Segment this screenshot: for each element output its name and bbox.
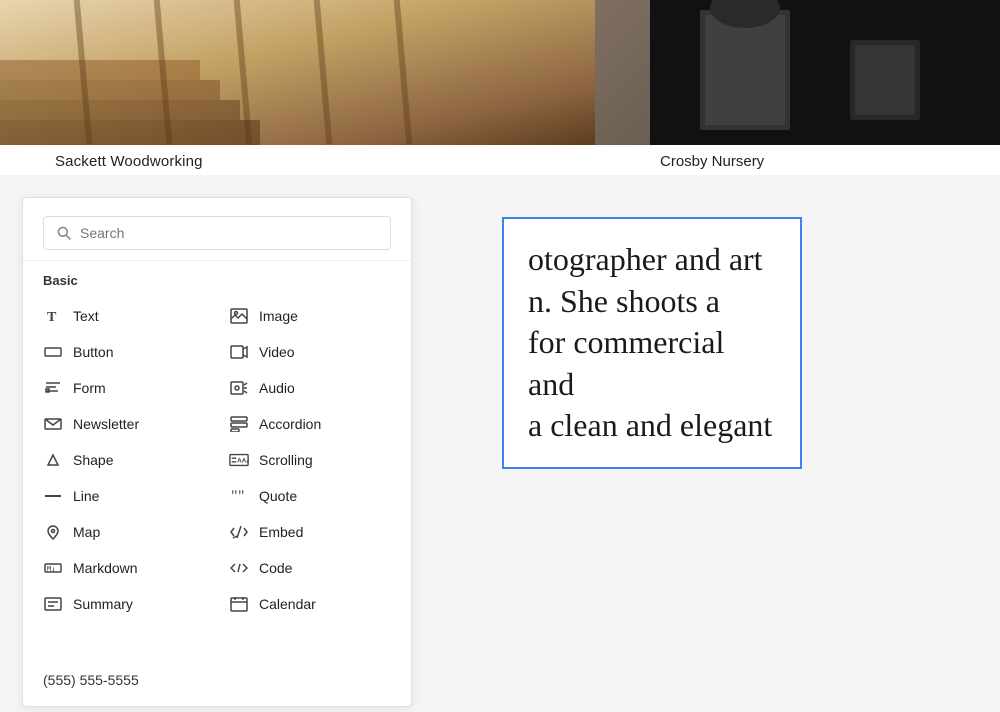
item-text-label: Text <box>73 308 99 324</box>
main-area: Basic T Text <box>0 175 1000 712</box>
item-embed[interactable]: Embed <box>217 514 403 550</box>
map-icon <box>43 522 63 542</box>
svg-text:M↓: M↓ <box>47 565 55 573</box>
item-shape-label: Shape <box>73 452 113 468</box>
scrolling-icon: AAA <box>229 450 249 470</box>
embed-icon <box>229 522 249 542</box>
item-form-label: Form <box>73 380 106 396</box>
item-embed-label: Embed <box>259 524 303 540</box>
nursery-caption: Crosby Nursery <box>650 145 1000 170</box>
search-icon <box>56 225 72 241</box>
accordion-icon <box>229 414 249 434</box>
item-map-label: Map <box>73 524 100 540</box>
calendar-icon <box>229 594 249 614</box>
item-accordion[interactable]: Accordion <box>217 406 403 442</box>
woodworking-caption: Sackett Woodworking <box>0 145 650 170</box>
phone-number: (555) 555-5555 <box>43 672 139 688</box>
item-shape[interactable]: Shape <box>31 442 217 478</box>
item-map[interactable]: Map <box>31 514 217 550</box>
markdown-icon: M↓ <box>43 558 63 578</box>
item-line-label: Line <box>73 488 99 504</box>
audio-icon <box>229 378 249 398</box>
image-icon <box>229 306 249 326</box>
svg-text:T: T <box>47 310 57 324</box>
item-code-label: Code <box>259 560 292 576</box>
item-markdown-label: Markdown <box>73 560 138 576</box>
summary-icon <box>43 594 63 614</box>
item-video-label: Video <box>259 344 295 360</box>
search-box[interactable] <box>43 216 391 250</box>
top-right-card: Crosby Nursery <box>650 0 1000 175</box>
article-text: otographer and artn. She shoots afor com… <box>528 239 776 447</box>
content-area: otographer and artn. She shoots afor com… <box>412 175 1000 712</box>
item-image[interactable]: Image <box>217 298 403 334</box>
svg-text:": " <box>231 488 238 504</box>
item-button[interactable]: Button <box>31 334 217 370</box>
item-summary[interactable]: Summary <box>31 586 217 622</box>
text-icon: T <box>43 306 63 326</box>
code-icon <box>229 558 249 578</box>
search-container <box>23 198 411 261</box>
item-button-label: Button <box>73 344 113 360</box>
item-code[interactable]: Code <box>217 550 403 586</box>
svg-text:AAA: AAA <box>237 458 249 465</box>
item-newsletter-label: Newsletter <box>73 416 139 432</box>
nursery-image <box>650 0 1000 145</box>
item-summary-label: Summary <box>73 596 133 612</box>
item-markdown[interactable]: M↓ Markdown <box>31 550 217 586</box>
woodworking-image <box>0 0 650 145</box>
item-quote[interactable]: " " Quote <box>217 478 403 514</box>
text-block: otographer and artn. She shoots afor com… <box>502 217 802 469</box>
quote-icon: " " <box>229 486 249 506</box>
item-scrolling[interactable]: AAA Scrolling <box>217 442 403 478</box>
basic-section-label: Basic <box>23 261 411 294</box>
search-input[interactable] <box>80 225 378 241</box>
item-newsletter[interactable]: Newsletter <box>31 406 217 442</box>
item-calendar[interactable]: Calendar <box>217 586 403 622</box>
item-text[interactable]: T Text <box>31 298 217 334</box>
item-quote-label: Quote <box>259 488 297 504</box>
newsletter-icon <box>43 414 63 434</box>
line-icon <box>43 486 63 506</box>
item-line[interactable]: Line <box>31 478 217 514</box>
item-video[interactable]: Video <box>217 334 403 370</box>
item-form[interactable]: Form <box>31 370 217 406</box>
shape-icon <box>43 450 63 470</box>
items-grid: T Text Image <box>23 294 411 626</box>
item-calendar-label: Calendar <box>259 596 316 612</box>
svg-text:": " <box>238 488 245 504</box>
item-image-label: Image <box>259 308 298 324</box>
item-audio[interactable]: Audio <box>217 370 403 406</box>
top-left-card: Sackett Woodworking <box>0 0 650 175</box>
video-icon <box>229 342 249 362</box>
item-scrolling-label: Scrolling <box>259 452 313 468</box>
button-icon <box>43 342 63 362</box>
item-accordion-label: Accordion <box>259 416 321 432</box>
top-area: Sackett Woodworking Crosby Nursery <box>0 0 1000 175</box>
form-icon <box>43 378 63 398</box>
item-audio-label: Audio <box>259 380 295 396</box>
insert-panel: Basic T Text <box>22 197 412 707</box>
